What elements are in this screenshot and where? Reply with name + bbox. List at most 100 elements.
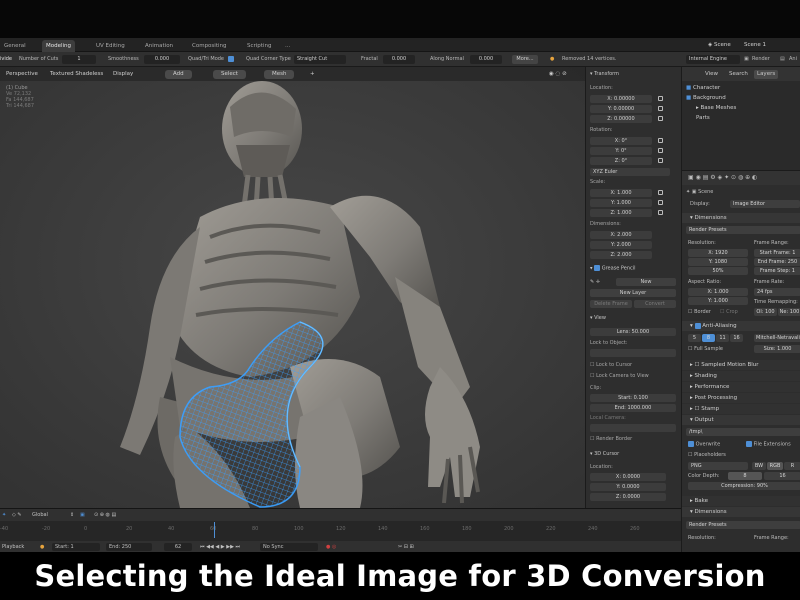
compression-field[interactable]: Compression: 90% bbox=[688, 482, 800, 490]
playback-menu[interactable]: Playback bbox=[2, 543, 24, 551]
overwrite-checkbox[interactable]: Overwrite bbox=[688, 441, 720, 448]
lock-icon[interactable] bbox=[658, 190, 663, 195]
properties-tab-icons[interactable]: ▣ ◉ ▤ ⚙ ◈ ✦ ⊙ ◍ ⊕ ◐ bbox=[682, 171, 800, 185]
frame-rate-select[interactable]: 24 fps bbox=[754, 288, 800, 296]
file-extensions-checkbox[interactable]: File Extensions bbox=[746, 441, 791, 448]
resolution-percent-field[interactable]: 50% bbox=[688, 267, 748, 275]
dimensions-z-field[interactable]: Z: 2.000 bbox=[590, 251, 652, 259]
crop-checkbox[interactable]: ☐ Crop bbox=[720, 309, 738, 315]
lock-object-field[interactable] bbox=[590, 349, 676, 357]
shading-header[interactable]: ▸ Shading bbox=[682, 371, 800, 381]
resolution-x-field[interactable]: X: 1920 bbox=[688, 249, 748, 257]
lens-field[interactable]: Lens: 50.000 bbox=[590, 328, 676, 336]
scene-name-field[interactable]: Scene 1 bbox=[744, 40, 766, 50]
3d-cursor-header[interactable]: ▾ 3D Cursor bbox=[590, 451, 619, 457]
aa-samples-5[interactable]: 5 bbox=[688, 334, 701, 342]
clip-end-field[interactable]: End: 1000.000 bbox=[590, 404, 676, 412]
render-engine-select[interactable]: Internal Engine bbox=[686, 55, 740, 64]
orientation-select[interactable]: Global bbox=[32, 511, 48, 519]
dimensions-header-2[interactable]: ▾ Dimensions bbox=[682, 507, 800, 517]
cursor-x-field[interactable]: X: 0.0000 bbox=[590, 473, 666, 481]
pivot-icon[interactable]: ◇ ✎ bbox=[12, 511, 22, 519]
tab-compositing[interactable]: Compositing bbox=[188, 40, 230, 52]
outliner-view-tab[interactable]: View bbox=[702, 70, 721, 79]
lock-icon[interactable] bbox=[658, 210, 663, 215]
transform-header[interactable]: ▾ Transform bbox=[590, 71, 619, 77]
pencil-icon[interactable]: ✎ ✛ bbox=[590, 279, 600, 285]
smoothness-field[interactable]: 0.000 bbox=[144, 55, 180, 64]
add-menu[interactable]: Add bbox=[165, 70, 192, 79]
aa-size-field[interactable]: Size: 1.000 bbox=[754, 345, 800, 353]
playback-controls-icon[interactable]: ⏮ ◀◀ ◀ ▶ ▶▶ ⏭ bbox=[200, 543, 240, 551]
sync-select[interactable]: No Sync bbox=[260, 543, 318, 551]
lock-icon[interactable] bbox=[658, 138, 663, 143]
motion-blur-header[interactable]: ▸ ☐ Sampled Motion Blur bbox=[682, 360, 800, 370]
lock-icon[interactable] bbox=[658, 106, 663, 111]
render-button[interactable]: Render bbox=[752, 55, 770, 64]
rotation-y-field[interactable]: Y: 0° bbox=[590, 147, 652, 155]
location-y-field[interactable]: Y: 0.00000 bbox=[590, 105, 652, 113]
keyframe-tools-icon[interactable]: ✂ ⊟ ⊞ bbox=[398, 543, 414, 551]
lock-icon[interactable] bbox=[658, 116, 663, 121]
color-rgb-button[interactable]: RGB bbox=[767, 462, 783, 470]
lock-icon[interactable] bbox=[658, 148, 663, 153]
scale-z-field[interactable]: Z: 1.000 bbox=[590, 209, 652, 217]
depth-8-button[interactable]: 8 bbox=[728, 472, 762, 480]
keying-icon[interactable]: ● bbox=[40, 543, 44, 551]
aa-filter-select[interactable]: Mitchell-Netravali bbox=[754, 334, 800, 342]
post-processing-header[interactable]: ▸ Post Processing bbox=[682, 393, 800, 403]
fractal-field[interactable]: 0.000 bbox=[383, 55, 415, 64]
lock-cursor-checkbox[interactable]: ☐ Lock to Cursor bbox=[590, 362, 632, 368]
along-normal-field[interactable]: 0.000 bbox=[470, 55, 502, 64]
gp-convert-button[interactable]: Convert bbox=[634, 300, 676, 308]
color-bw-button[interactable]: BW bbox=[752, 462, 766, 470]
tab-scripting[interactable]: Scripting bbox=[243, 40, 275, 52]
playhead[interactable] bbox=[214, 522, 216, 538]
render-border-checkbox[interactable]: ☐ Render Border bbox=[590, 436, 632, 442]
file-format-select[interactable]: PNG bbox=[688, 462, 748, 470]
timeline-ruler[interactable]: -40 -20 0 20 40 60 80 100 120 140 160 180 200 220 240 2… bbox=[0, 522, 681, 538]
display-menu[interactable]: Display bbox=[113, 70, 133, 79]
aa-samples-11[interactable]: 11 bbox=[716, 334, 729, 342]
tab-modeling[interactable]: Modeling bbox=[42, 40, 76, 52]
performance-header[interactable]: ▸ Performance bbox=[682, 382, 800, 392]
cuts-field[interactable]: 1 bbox=[62, 55, 96, 64]
lock-camera-checkbox[interactable]: ☐ Lock Camera to View bbox=[590, 373, 649, 379]
tab-general[interactable]: General bbox=[0, 40, 30, 52]
scale-y-field[interactable]: Y: 1.000 bbox=[590, 199, 652, 207]
lock-icon[interactable] bbox=[658, 96, 663, 101]
grease-pencil-header[interactable]: ▾ Grease Pencil bbox=[590, 265, 636, 272]
aa-samples-16[interactable]: 16 bbox=[730, 334, 743, 342]
cursor-y-field[interactable]: Y: 0.0000 bbox=[590, 483, 666, 491]
scene-selector[interactable]: ◈ Scene bbox=[708, 40, 731, 50]
location-x-field[interactable]: X: 0.00000 bbox=[590, 95, 652, 103]
shading-mode[interactable]: Textured Shadeless bbox=[50, 70, 103, 79]
clip-start-field[interactable]: Start: 0.100 bbox=[590, 394, 676, 402]
end-frame-field[interactable]: End: 250 bbox=[106, 543, 152, 551]
view-type-icon[interactable]: ✦ bbox=[2, 511, 6, 519]
tab-uv-editing[interactable]: UV Editing bbox=[92, 40, 129, 52]
cursor-z-field[interactable]: Z: 0.0000 bbox=[590, 493, 666, 501]
proportional-icon[interactable]: ⊙ ⊕ ◍ ▤ bbox=[94, 511, 116, 519]
color-rgba-button[interactable]: R bbox=[784, 462, 800, 470]
frame-step-field[interactable]: Frame Step: 1 bbox=[754, 267, 800, 275]
location-z-field[interactable]: Z: 0.00000 bbox=[590, 115, 652, 123]
aa-samples-8[interactable]: 8 bbox=[702, 334, 715, 342]
dimensions-panel-header[interactable]: ▾ Dimensions bbox=[682, 213, 800, 223]
output-path-field[interactable]: /tmp\ bbox=[686, 428, 800, 436]
more-button[interactable]: More... bbox=[512, 55, 538, 64]
animation-render-button[interactable]: Ani bbox=[789, 55, 797, 64]
border-checkbox[interactable]: ☐ Border bbox=[688, 309, 711, 315]
end-frame-field[interactable]: End Frame: 250 bbox=[754, 258, 800, 266]
gp-new-button[interactable]: New bbox=[616, 278, 676, 286]
local-camera-field[interactable] bbox=[590, 424, 676, 432]
view-header[interactable]: ▾ View bbox=[590, 315, 606, 321]
gp-delete-frame-button[interactable]: Delete Frame bbox=[590, 300, 632, 308]
aspect-x-field[interactable]: X: 1.000 bbox=[688, 288, 748, 296]
rotation-mode-select[interactable]: XYZ Euler bbox=[590, 168, 670, 176]
outliner-row-character[interactable]: ■ Character bbox=[686, 85, 720, 91]
record-icon[interactable]: ● ◎ bbox=[326, 543, 336, 551]
anti-aliasing-header[interactable]: ▾ Anti-Aliasing bbox=[682, 321, 800, 331]
outliner-layers-tab[interactable]: Layers bbox=[754, 70, 779, 79]
select-menu[interactable]: Select bbox=[213, 70, 246, 79]
